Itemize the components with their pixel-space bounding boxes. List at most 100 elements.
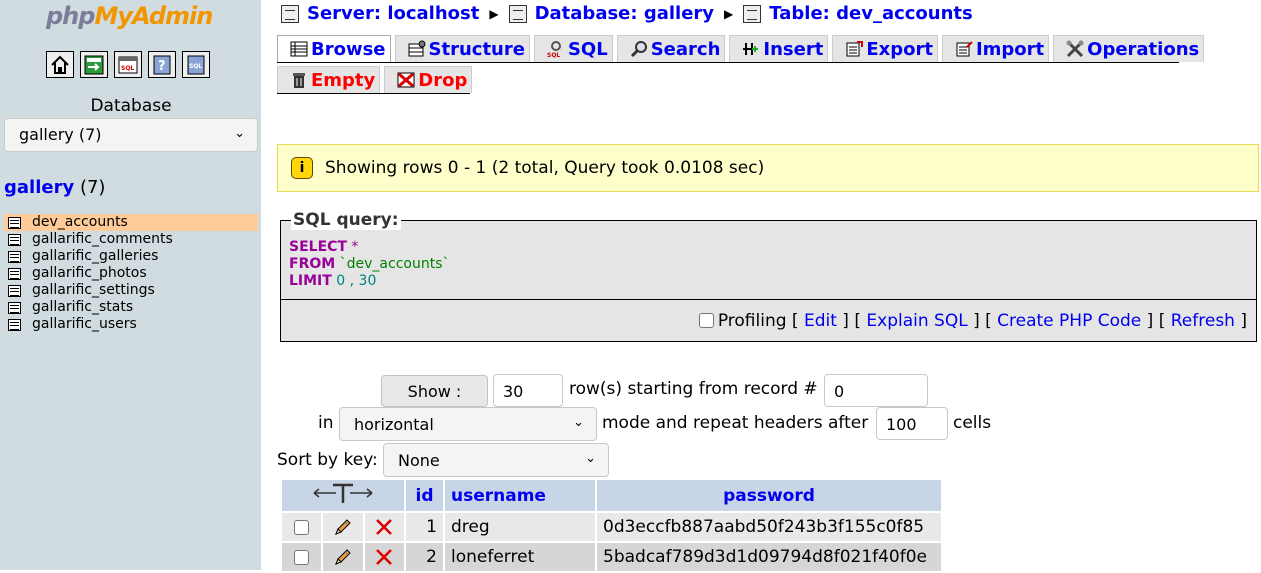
table-row: 2 loneferret 5badcaf789d3d1d09794d8f021f… (282, 543, 941, 571)
database-icon (508, 4, 527, 23)
cell-username[interactable]: dreg (445, 513, 595, 541)
sql-query-tools: Profiling [ Edit ] [ Explain SQL ] [ Cre… (280, 299, 1257, 342)
show-button[interactable]: Show : (381, 375, 488, 407)
rows-count-input[interactable]: 30 (493, 374, 563, 407)
edit-sql-link[interactable]: Edit (804, 311, 837, 331)
profiling-checkbox[interactable] (698, 313, 714, 328)
column-resize-handle[interactable] (282, 480, 404, 511)
tab-empty[interactable]: Empty (277, 66, 381, 93)
notice-icon: i (291, 157, 313, 179)
table-list-item[interactable]: dev_accounts (4, 214, 258, 231)
create-php-code-link[interactable]: Create PHP Code (997, 311, 1141, 331)
delete-icon[interactable] (374, 547, 394, 567)
insert-icon (742, 40, 760, 58)
operations-icon (1066, 40, 1084, 58)
column-header-username[interactable]: username (445, 480, 595, 511)
sql-query-window-icon[interactable]: SQL (114, 51, 142, 78)
in-text: in (318, 413, 334, 433)
trash-icon (290, 71, 308, 89)
tab-export[interactable]: Export (832, 35, 938, 62)
main-frame: Server: localhost ▶ Database: gallery ▶ … (263, 0, 1261, 571)
table-icon[interactable] (8, 301, 21, 314)
table-icon[interactable] (8, 284, 21, 297)
table-icon[interactable] (8, 233, 21, 246)
browse-icon (290, 40, 308, 58)
delete-icon[interactable] (374, 517, 394, 537)
table-link[interactable]: gallarific_photos (32, 265, 147, 282)
sort-by-key-select[interactable]: None ⌄ (383, 443, 609, 477)
breadcrumb: Server: localhost ▶ Database: gallery ▶ … (281, 3, 973, 24)
structure-icon (408, 40, 426, 58)
table-link[interactable]: dev_accounts (32, 214, 128, 231)
query-result-notice: i Showing rows 0 - 1 (2 total, Query too… (277, 144, 1259, 192)
sql-query-box: SQL query: SELECT * FROM `dev_accounts` … (280, 210, 1257, 299)
sql-query-legend: SQL query: (291, 210, 401, 230)
table-icon[interactable] (8, 216, 21, 229)
table-list-item[interactable]: gallarific_users (4, 316, 258, 333)
table-link[interactable]: gallarific_stats (32, 299, 133, 316)
table-link[interactable]: gallarific_settings (32, 282, 155, 299)
tab-structure[interactable]: Structure (394, 35, 530, 62)
row-checkbox[interactable] (294, 519, 310, 535)
table-icon[interactable] (8, 267, 21, 280)
column-header-id[interactable]: id (406, 480, 443, 511)
profiling-label: Profiling (717, 310, 787, 331)
help-icon[interactable]: ? (148, 51, 176, 78)
navigation-frame: phpMyAdmin SQL ? SQL Database gallery (7… (0, 0, 262, 570)
row-checkbox[interactable] (294, 549, 310, 565)
svg-text:SQL: SQL (121, 65, 134, 72)
tab-browse[interactable]: Browse (277, 35, 391, 62)
edit-pencil-icon[interactable] (333, 517, 353, 537)
table-list-item[interactable]: gallarific_comments (4, 231, 258, 248)
tab-search[interactable]: Search (616, 35, 726, 62)
tab-drop[interactable]: Drop (384, 66, 473, 93)
table-list-item[interactable]: gallarific_photos (4, 265, 258, 282)
database-select[interactable]: gallery (7) ⌄ (4, 118, 258, 152)
breadcrumb-database[interactable]: Database: gallery (508, 3, 714, 24)
sql-icon: SQL (547, 40, 565, 59)
edit-pencil-icon[interactable] (333, 547, 353, 567)
exit-icon[interactable] (80, 51, 108, 78)
table-link[interactable]: gallarific_users (32, 316, 137, 333)
cells-text: cells (953, 413, 992, 433)
row-select-cell (282, 543, 322, 571)
notice-text: Showing rows 0 - 1 (2 total, Query took … (325, 158, 765, 178)
svg-text:SQL: SQL (189, 63, 202, 70)
table-list-item[interactable]: gallarific_stats (4, 299, 258, 316)
explain-sql-link[interactable]: Explain SQL (866, 311, 967, 331)
column-header-password[interactable]: password (597, 480, 941, 511)
phpmyadmin-logo[interactable]: phpMyAdmin (46, 2, 213, 30)
chevron-down-icon: ⌄ (234, 126, 245, 141)
breadcrumb-separator-icon: ▶ (724, 6, 734, 21)
tab-sql[interactable]: SQL SQL (533, 35, 613, 62)
tab-row: Browse Structure SQL SQL Search Insert E… (277, 35, 1205, 63)
cell-username[interactable]: loneferret (445, 543, 595, 571)
cell-id[interactable]: 1 (406, 513, 443, 541)
cell-id[interactable]: 2 (406, 543, 443, 571)
sql-docs-icon[interactable]: SQL (182, 51, 210, 78)
refresh-link[interactable]: Refresh (1171, 311, 1235, 331)
repeat-headers-input[interactable]: 100 (876, 407, 948, 440)
table-count: (7) (79, 177, 106, 198)
breadcrumb-server[interactable]: Server: localhost (281, 3, 479, 24)
sql-query-code: SELECT * FROM `dev_accounts` LIMIT 0 , 3… (289, 239, 450, 289)
tab-operations[interactable]: Operations (1053, 35, 1205, 62)
tab-import[interactable]: Import (941, 35, 1050, 62)
table-link[interactable]: gallarific_comments (32, 231, 173, 248)
database-link[interactable]: gallery (4, 177, 74, 198)
display-mode-select[interactable]: horizontal ⌄ (339, 407, 597, 441)
table-list-item[interactable]: gallarific_settings (4, 282, 258, 299)
row-edit-cell (323, 513, 363, 541)
column-resize-icon[interactable] (312, 482, 374, 504)
start-record-input[interactable]: 0 (824, 374, 928, 407)
breadcrumb-table[interactable]: Table: dev_accounts (743, 3, 973, 24)
table-icon[interactable] (8, 250, 21, 263)
tab-insert[interactable]: Insert (729, 35, 829, 62)
home-icon[interactable] (46, 51, 74, 78)
table-list-item[interactable]: gallarific_galleries (4, 248, 258, 265)
table-link[interactable]: gallarific_galleries (32, 248, 158, 265)
cell-password[interactable]: 5badcaf789d3d1d09794d8f021f40f0e (597, 543, 941, 571)
table-icon[interactable] (8, 318, 21, 331)
cell-password[interactable]: 0d3eccfb887aabd50f243b3f155c0f85 (597, 513, 941, 541)
tab-row: Empty Drop (277, 66, 473, 94)
